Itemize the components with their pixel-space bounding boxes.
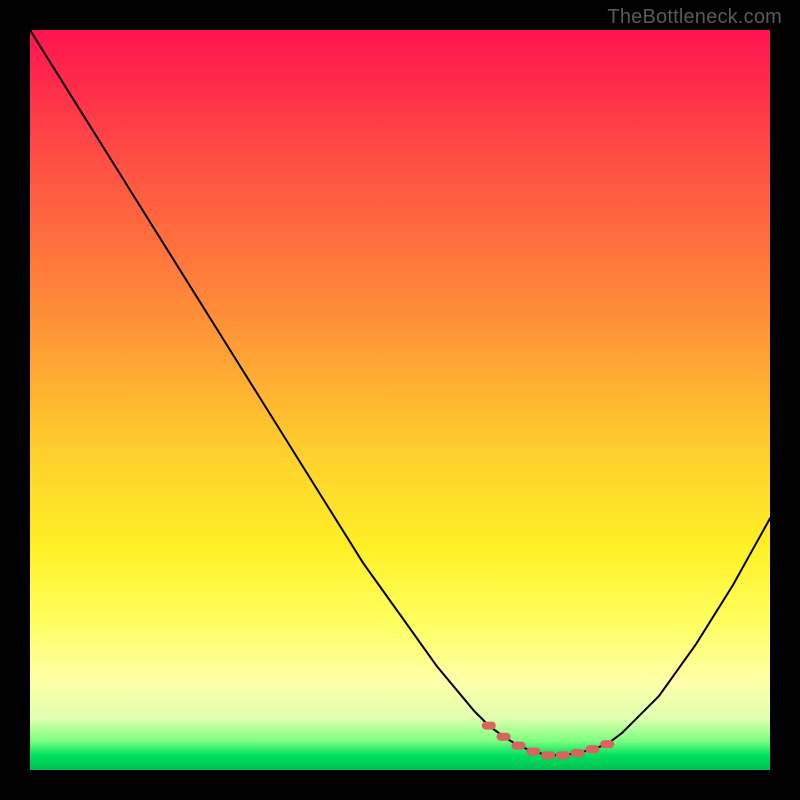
highlight-marker [585,745,599,753]
highlight-marker [482,722,496,730]
watermark-text: TheBottleneck.com [607,6,782,29]
highlight-marker [526,748,540,756]
highlight-marker [556,751,570,759]
chart-plot-area [30,30,770,770]
highlight-marker [497,733,511,741]
highlight-marker [541,751,555,759]
chart-svg [30,30,770,770]
highlight-marker [600,740,614,748]
highlight-marker [571,749,585,757]
highlight-marker [511,742,525,750]
highlight-marker-group [482,722,614,760]
bottleneck-curve-line [30,30,770,755]
